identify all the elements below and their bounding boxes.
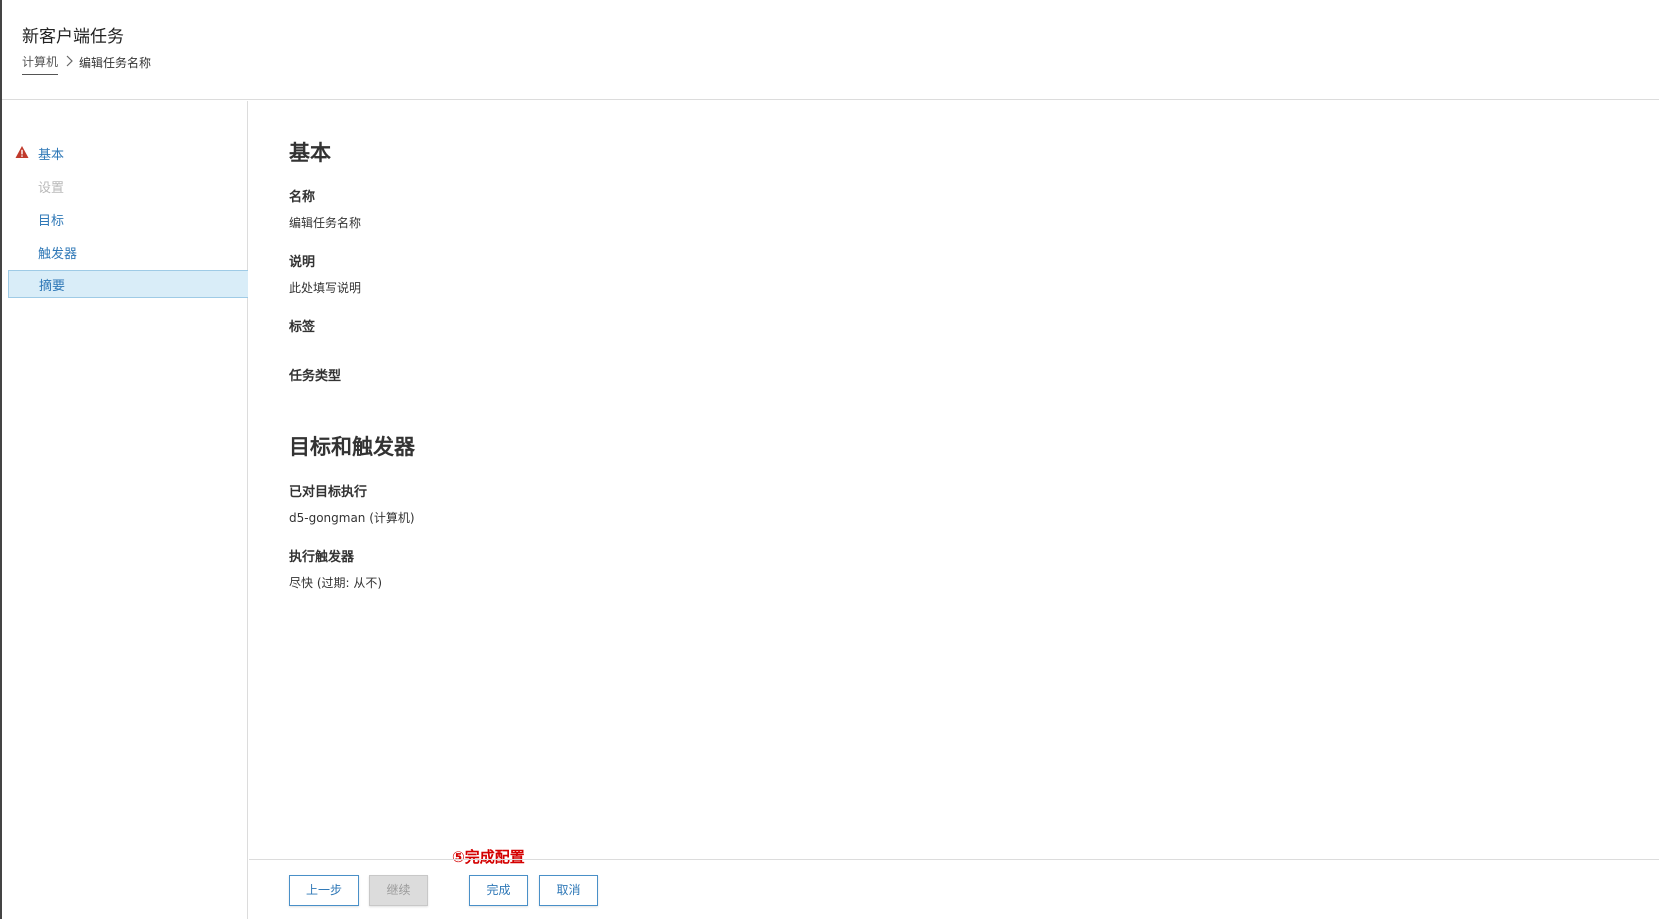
- finish-button[interactable]: 完成: [469, 875, 528, 906]
- sidebar-item-label: 摘要: [39, 278, 66, 294]
- previous-button[interactable]: 上一步: [289, 875, 359, 906]
- breadcrumb-separator-icon: [66, 55, 73, 70]
- executed-targets-label: 已对目标执行: [289, 485, 368, 500]
- sidebar-item-label: 设置: [38, 180, 65, 196]
- sidebar-item-basic[interactable]: 基本: [8, 139, 248, 167]
- section-title-targets: 目标和触发器: [289, 435, 415, 459]
- sidebar-item-triggers[interactable]: 触发器: [8, 238, 248, 266]
- name-label: 名称: [289, 190, 316, 205]
- name-value: 编辑任务名称: [289, 216, 362, 230]
- sidebar-item-label: 基本: [38, 147, 65, 163]
- sidebar-item-label: 触发器: [38, 246, 78, 262]
- description-value: 此处填写说明: [289, 281, 362, 295]
- task-type-label: 任务类型: [289, 369, 342, 384]
- trigger-value: 尽快 (过期: 从不): [289, 576, 383, 590]
- breadcrumb-root-link[interactable]: 计算机: [22, 53, 59, 75]
- description-label: 说明: [289, 255, 316, 270]
- trigger-label: 执行触发器: [289, 550, 355, 565]
- executed-targets-value: d5-gongman (计算机): [289, 511, 415, 525]
- warning-icon: [15, 145, 29, 159]
- sidebar-item-targets[interactable]: 目标: [8, 205, 248, 233]
- wizard-sidebar: 基本 设置 目标 触发器 摘要: [2, 101, 248, 919]
- continue-button: 继续: [369, 875, 428, 906]
- breadcrumb: 计算机 编辑任务名称: [22, 53, 151, 75]
- app-window: 新客户端任务 计算机 编辑任务名称 基本 设置 目标 触发器 摘要 基本 名称 …: [0, 0, 1659, 919]
- wizard-footer: 上一步 继续 完成 取消: [249, 859, 1659, 919]
- breadcrumb-current: 编辑任务名称: [79, 55, 152, 70]
- section-title-basic: 基本: [289, 141, 331, 165]
- sidebar-item-settings: 设置: [8, 172, 248, 200]
- page-title: 新客户端任务: [22, 27, 124, 47]
- sidebar-item-summary[interactable]: 摘要: [8, 270, 248, 298]
- tags-label: 标签: [289, 320, 316, 335]
- cancel-button[interactable]: 取消: [539, 875, 598, 906]
- sidebar-item-label: 目标: [38, 213, 65, 229]
- page-header: 新客户端任务 计算机 编辑任务名称: [2, 0, 1659, 100]
